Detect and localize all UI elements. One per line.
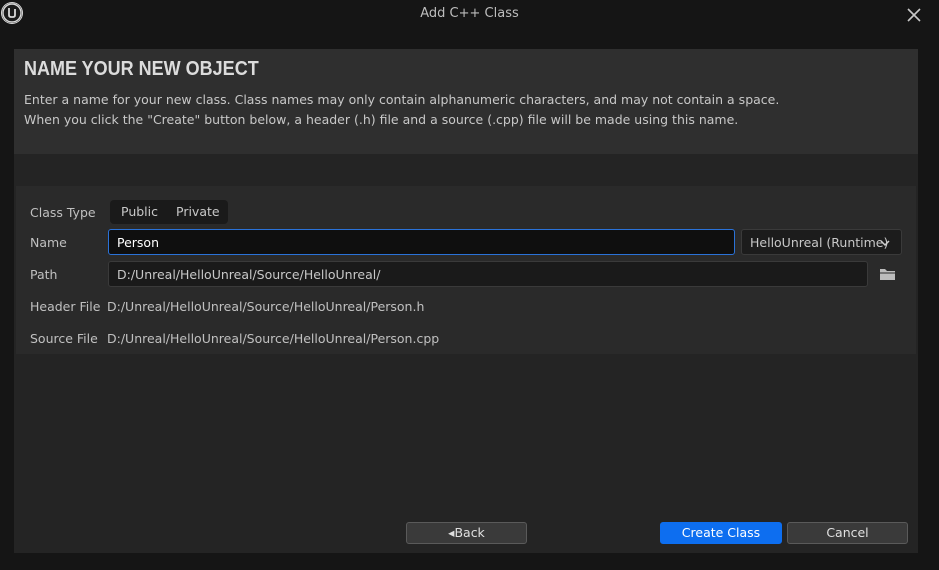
path-input[interactable] — [108, 261, 868, 287]
source-file-label: Source File — [30, 331, 98, 346]
source-file-value: D:/Unreal/HelloUnreal/Source/HelloUnreal… — [107, 331, 440, 346]
module-dropdown-value: HelloUnreal (Runtime) — [750, 235, 889, 250]
path-label: Path — [30, 267, 58, 282]
header-file-label: Header File — [30, 299, 101, 314]
close-button[interactable] — [903, 4, 925, 26]
description-line-2: When you click the "Create" button below… — [24, 112, 739, 127]
module-dropdown[interactable]: HelloUnreal (Runtime) — [741, 229, 902, 255]
description-line-1: Enter a name for your new class. Class n… — [24, 92, 780, 107]
cancel-button[interactable]: Cancel — [787, 522, 908, 544]
chevron-down-icon — [880, 240, 890, 247]
class-type-private[interactable]: Private — [176, 204, 220, 219]
class-form: Class Type Public Private Name HelloUnre… — [16, 186, 916, 354]
back-button-label: Back — [454, 525, 485, 540]
class-type-toggle: Public Private — [110, 200, 228, 224]
name-label: Name — [30, 235, 67, 250]
dialog-panel: NAME YOUR NEW OBJECT Enter a name for yo… — [14, 49, 918, 553]
window-title: Add C++ Class — [420, 6, 519, 21]
title-bar: Add C++ Class — [0, 0, 939, 30]
back-button[interactable]: ◂Back — [406, 522, 527, 544]
folder-icon — [880, 269, 895, 280]
class-type-public[interactable]: Public — [121, 204, 158, 219]
header-section: NAME YOUR NEW OBJECT Enter a name for yo… — [14, 49, 918, 154]
page-title: NAME YOUR NEW OBJECT — [24, 58, 259, 80]
class-type-label: Class Type — [30, 205, 96, 220]
class-name-input[interactable] — [108, 229, 735, 255]
create-class-button[interactable]: Create Class — [660, 522, 782, 544]
close-icon — [907, 8, 921, 22]
browse-folder-button[interactable] — [878, 265, 898, 283]
header-file-value: D:/Unreal/HelloUnreal/Source/HelloUnreal… — [107, 299, 425, 314]
